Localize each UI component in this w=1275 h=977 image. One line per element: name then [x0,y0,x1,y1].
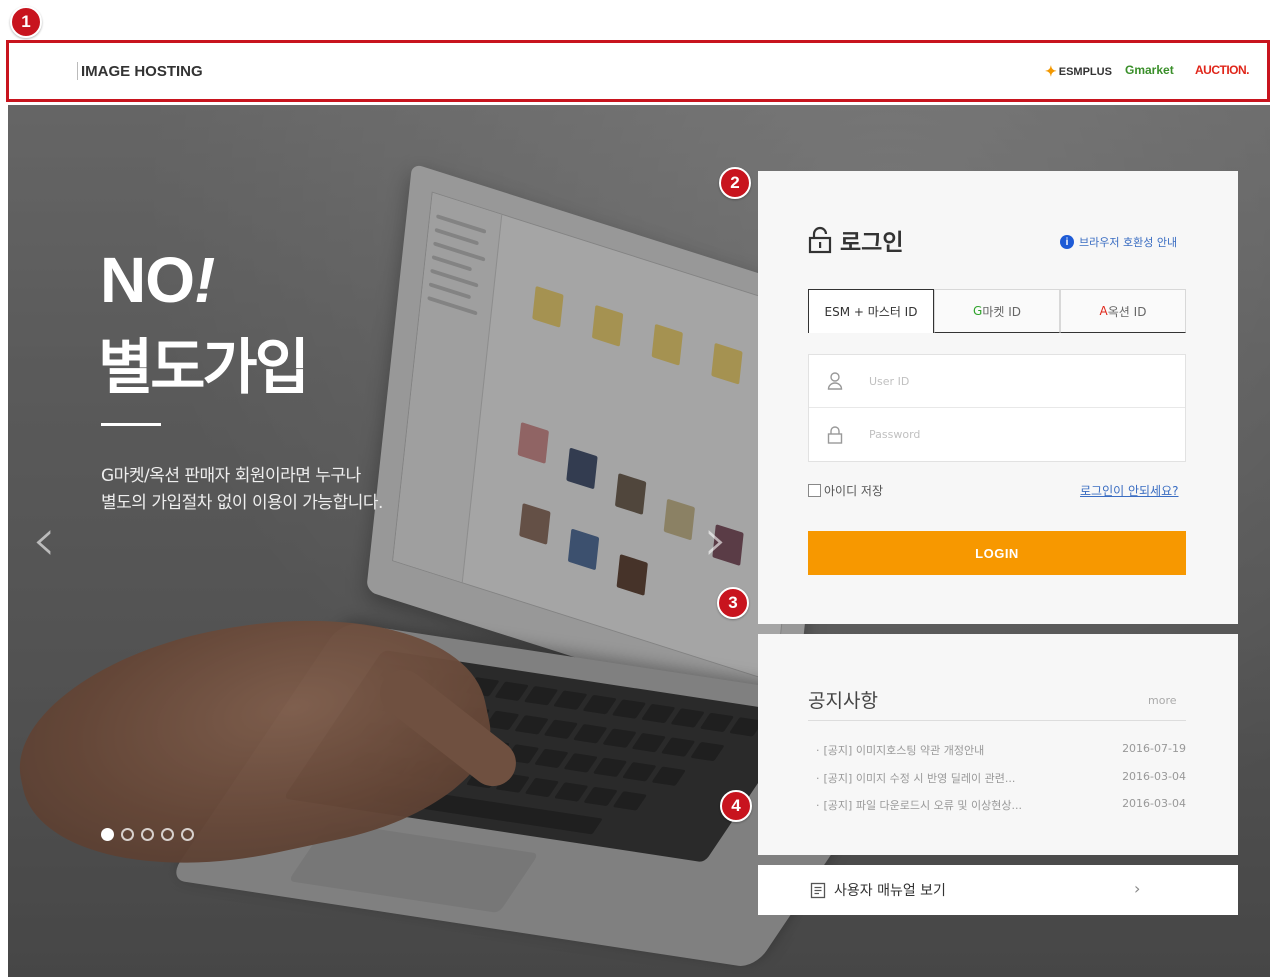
brand-title[interactable]: IMAGE HOSTING [81,63,203,80]
slide-pagination [101,828,194,841]
annotation-marker-3: 3 [717,587,749,619]
tab-gmarket-prefix: G [973,304,983,318]
esmplus-logo[interactable]: ✦ ESMPLUS [1045,63,1112,80]
user-manual-link[interactable]: 사용자 매뉴얼 보기 › [758,865,1238,915]
slide-dot-2[interactable] [121,828,134,841]
page: 1 IMAGE HOSTING ✦ ESMPLUS Gmarket AUCTIO… [0,0,1275,977]
notice-item[interactable]: · [공지] 이미지 수정 시 반영 딜레이 관련... 2016-03-04 [816,770,1186,790]
gmarket-logo[interactable]: Gmarket [1125,63,1174,77]
tab-esm-master-id[interactable]: ESM + 마스터 ID [808,289,934,333]
tab-auction-id[interactable]: A 옥션 ID [1060,289,1186,333]
tab-auction-prefix: A [1099,304,1108,318]
remember-id-checkbox[interactable]: 아이디 저장 [808,482,883,499]
hero-headline-exclaim: ! [194,244,215,316]
userid-field [809,355,1185,408]
notice-item-date: 2016-03-04 [1122,797,1186,810]
password-field [809,408,1185,461]
chevron-right-icon: › [1134,879,1141,898]
document-icon [810,882,826,898]
login-help-link[interactable]: 로그인이 안되세요? [1080,482,1179,499]
esmplus-star-icon: ✦ [1045,63,1057,79]
notice-panel: 공지사항 more · [공지] 이미지호스팅 약관 개정안내 2016-07-1… [758,634,1238,855]
user-manual-label: 사용자 매뉴얼 보기 [834,883,946,899]
notice-item-title: · [공지] 파일 다운로드시 오류 및 이상현상... [816,799,1022,812]
login-title: 로그인 [808,223,903,257]
bullet-icon: · [816,744,820,757]
notice-item-title: · [공지] 이미지호스팅 약관 개정안내 [816,744,985,757]
tab-gmarket-id[interactable]: G 마켓 ID [934,289,1060,333]
notice-item-date: 2016-03-04 [1122,770,1186,783]
slide-prev-arrow-icon[interactable]: ‹ [32,505,70,575]
brand-divider [77,62,78,80]
notice-item[interactable]: · [공지] 이미지호스팅 약관 개정안내 2016-07-19 [816,742,1186,762]
hero-description-line1: G마켓/옥션 판매자 회원이라면 누구나 [101,466,361,486]
slide-next-arrow-icon[interactable]: › [704,505,742,575]
browser-compat-text: 브라우저 호환성 안내 [1079,236,1178,249]
login-button[interactable]: LOGIN [808,531,1186,575]
notice-item-title: · [공지] 이미지 수정 시 반영 딜레이 관련... [816,772,1016,785]
password-lock-icon [827,425,843,444]
annotation-marker-4: 4 [720,790,752,822]
tab-gmarket-label: 마켓 ID [982,304,1021,319]
slide-dot-5[interactable] [181,828,194,841]
login-panel: 로그인 i 브라우저 호환성 안내 ESM + 마스터 ID G 마켓 ID A옥… [758,171,1238,624]
login-tabs: ESM + 마스터 ID G 마켓 ID A 옥션 ID [808,289,1186,333]
login-fields [808,354,1186,462]
notice-item-date: 2016-07-19 [1122,742,1186,755]
hero-headline-no: NO! [100,244,215,316]
slide-dot-1[interactable] [101,828,114,841]
annotation-marker-1: 1 [10,6,42,38]
notice-divider [808,720,1186,721]
bullet-icon: · [816,772,820,785]
lock-icon [808,226,832,254]
password-input[interactable] [869,428,1149,441]
browser-compat-link[interactable]: i 브라우저 호환성 안내 [1060,234,1177,250]
hero-headline-title: 별도가입 [98,333,310,403]
userid-input[interactable] [869,374,1149,388]
bullet-icon: · [816,799,820,812]
notice-title: 공지사항 [808,690,878,712]
top-header: IMAGE HOSTING ✦ ESMPLUS Gmarket AUCTION. [6,40,1270,102]
remember-id-label: 아이디 저장 [824,484,884,498]
notice-item[interactable]: · [공지] 파일 다운로드시 오류 및 이상현상... 2016-03-04 [816,797,1186,817]
checkbox-icon[interactable] [808,484,821,497]
slide-dot-4[interactable] [161,828,174,841]
tab-auction-label: 옥션 ID [1107,304,1147,319]
annotation-marker-2: 2 [719,167,751,199]
hero-divider [101,423,161,426]
esmplus-logo-text: ESMPLUS [1058,65,1112,78]
user-icon [827,372,843,390]
auction-logo[interactable]: AUCTION. [1195,63,1250,77]
notice-more-link[interactable]: more [1148,694,1177,707]
login-title-text: 로그인 [840,230,904,256]
slide-dot-3[interactable] [141,828,154,841]
info-icon: i [1060,235,1074,249]
hero-description-line2: 별도의 가입절차 없이 이용이 가능합니다. [101,493,383,513]
